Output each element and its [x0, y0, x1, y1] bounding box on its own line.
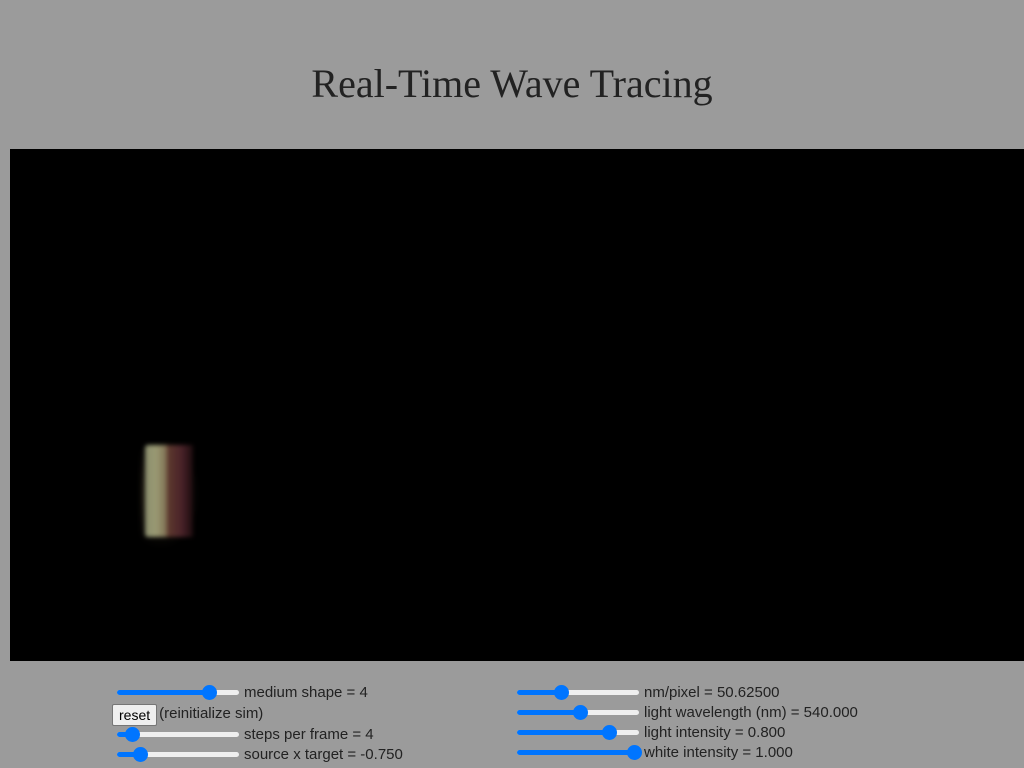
nm-per-pixel-label: nm/pixel = 50.62500	[644, 683, 780, 701]
simulation-canvas[interactable]	[10, 149, 1024, 661]
reset-button[interactable]: reset	[112, 703, 158, 726]
light-wavefront	[140, 439, 200, 549]
reset-control: reset (reinitialize sim)	[112, 702, 492, 726]
steps-per-frame-control: steps per frame = 4	[112, 724, 492, 744]
right-controls: nm/pixel = 50.62500 light wavelength (nm…	[512, 682, 1012, 762]
steps-per-frame-slider[interactable]	[115, 724, 241, 744]
medium-shape-control: medium shape = 4	[112, 682, 492, 702]
source-x-target-slider[interactable]	[115, 744, 241, 764]
page-title: Real-Time Wave Tracing	[311, 61, 713, 106]
white-intensity-slider[interactable]	[515, 742, 642, 762]
left-controls: medium shape = 4 reset (reinitialize sim…	[112, 682, 492, 764]
light-intensity-slider[interactable]	[515, 722, 641, 742]
light-wavelength-control: light wavelength (nm) = 540.000	[512, 702, 1012, 722]
nm-per-pixel-slider[interactable]	[515, 682, 641, 702]
source-x-target-label: source x target = -0.750	[244, 745, 403, 763]
reset-note: (reinitialize sim)	[159, 704, 264, 722]
white-intensity-control: white intensity = 1.000	[512, 742, 1012, 762]
medium-shape-label: medium shape = 4	[244, 683, 368, 701]
nm-per-pixel-control: nm/pixel = 50.62500	[512, 682, 1012, 702]
light-intensity-control: light intensity = 0.800	[512, 722, 1012, 742]
light-wavelength-slider[interactable]	[515, 702, 641, 722]
light-intensity-label: light intensity = 0.800	[644, 723, 786, 741]
light-wavelength-label: light wavelength (nm) = 540.000	[644, 703, 858, 721]
source-x-target-control: source x target = -0.750	[112, 744, 492, 764]
medium-shape-slider[interactable]	[115, 682, 241, 702]
steps-per-frame-label: steps per frame = 4	[244, 725, 374, 743]
white-intensity-label: white intensity = 1.000	[644, 743, 793, 761]
